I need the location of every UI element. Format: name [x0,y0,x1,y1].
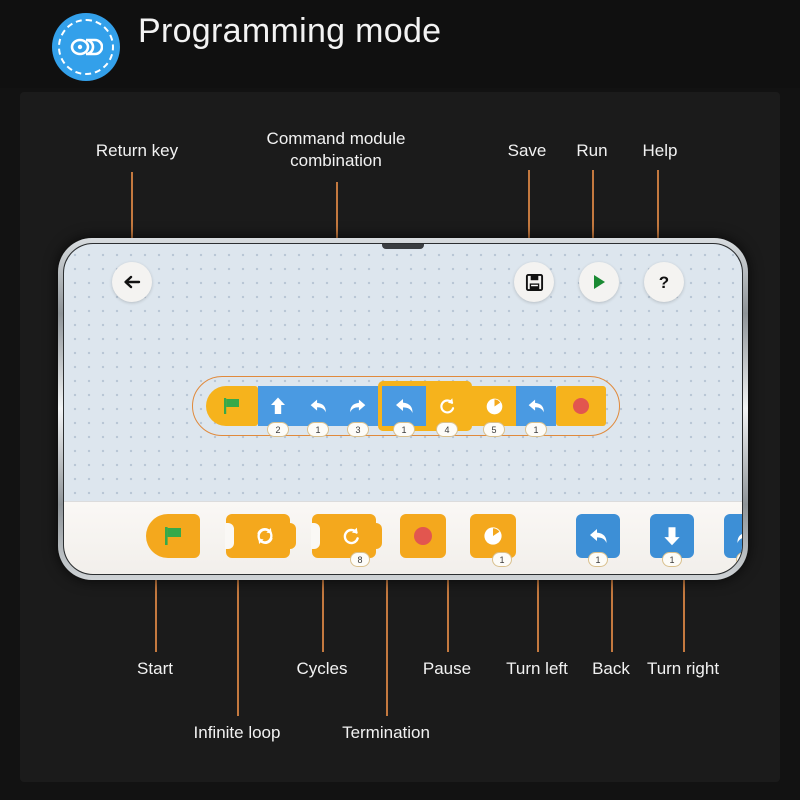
phone-speaker-notch [382,244,424,249]
palette-item-infinite-loop[interactable] [225,514,296,559]
callout-help: Help [642,141,678,160]
callout-infinite-loop: Infinite loop [193,723,281,742]
page-title: Programming mode [138,12,442,50]
palette-item-turn-left[interactable]: 1 [576,514,620,568]
callout-turn-left: Turn left [506,659,568,678]
leader-termination [386,578,388,716]
turn-left-icon [396,399,413,413]
green-flag-icon [224,398,239,414]
block-badge: 1 [525,422,547,437]
palette-badge: 1 [662,552,682,568]
turn-left-icon [590,529,607,544]
callout-return-key: Return key [95,141,179,160]
phone-screen: ? 2 1 3 1 4 5 1 8 1 1 1 [63,243,743,575]
phone-device-frame: ? 2 1 3 1 4 5 1 8 1 1 1 [58,238,748,580]
robot-badge-icon [52,13,120,81]
program-block-turn-left-2[interactable]: 1 [516,386,556,437]
palette-badge: 1 [492,552,512,568]
callout-cycles: Cycles [296,659,348,678]
block-badge: 5 [483,422,505,437]
program-canvas[interactable]: ? 2 1 3 1 4 5 1 [64,244,742,502]
block-badge: 1 [307,422,329,437]
leader-pause [447,578,449,652]
callout-start: Start [137,659,173,678]
block-notch [225,523,234,550]
block-tab [287,523,296,550]
clock-pause-icon [486,398,502,414]
turn-right-icon [350,399,366,413]
clock-pause-icon [484,527,502,546]
leader-turn-right [683,578,685,652]
leader-turn-left [537,578,539,652]
callout-pause: Pause [422,659,472,678]
arrow-down-icon [664,527,680,546]
floppy-disk-icon [525,273,543,291]
play-triangle-icon [594,275,605,289]
cycle-arrow-icon [440,398,455,414]
block-palette: 8 1 1 1 [64,501,742,574]
robot-glyph-icon [70,38,103,56]
program-block-forward[interactable]: 2 [258,386,298,437]
block-tab [373,523,382,550]
callout-run: Run [576,141,608,160]
palette-badge: 1 [736,552,742,568]
palette-item-cycles[interactable]: 8 [311,514,382,568]
callout-command-module: Command module combination [266,129,406,170]
arrow-left-icon [124,275,141,289]
return-key-button[interactable] [112,262,152,302]
block-notch [311,523,320,550]
leader-start [155,578,157,652]
palette-item-pause[interactable]: 1 [470,514,516,568]
leader-infinite-loop [237,578,239,716]
app-header: Programming mode [0,0,800,88]
run-button[interactable] [579,262,619,302]
infinite-loop-icon [257,528,273,545]
leader-cycles [322,578,324,652]
program-block-turn-right[interactable]: 3 [338,386,378,437]
command-module-combination[interactable]: 2 1 3 1 4 5 1 [206,381,606,437]
block-badge: 4 [436,422,458,437]
palette-badge: 1 [588,552,608,568]
screenshot-root: Programming mode Return key Command modu… [0,0,800,800]
palette-item-termination[interactable] [400,514,446,559]
program-block-loop-wrapper[interactable]: 1 4 [378,381,472,437]
leader-back [611,578,613,652]
callout-turn-right: Turn right [646,659,720,678]
svg-text:?: ? [659,273,669,292]
program-block-stop[interactable] [556,386,606,426]
turn-left-icon [310,399,326,413]
program-block-turn-left-1[interactable]: 1 [298,386,338,437]
red-circle-icon [414,527,432,546]
save-button[interactable] [514,262,554,302]
help-button[interactable]: ? [644,262,684,302]
question-mark-icon: ? [659,273,669,292]
red-circle-icon [573,398,589,414]
palette-badge: 8 [350,552,370,568]
block-badge: 1 [393,422,415,437]
block-badge: 2 [267,422,289,437]
callout-back: Back [592,659,630,678]
callout-save: Save [507,141,547,160]
program-block-loop-turn-left[interactable]: 1 [382,386,426,437]
green-flag-icon [165,527,181,546]
palette-item-turn-right[interactable]: 1 [724,514,742,568]
cycle-arrow-icon [343,528,359,545]
turn-left-icon [528,399,544,413]
program-block-start[interactable] [206,386,258,426]
turn-right-icon [737,534,742,544]
palette-item-back[interactable]: 1 [650,514,694,568]
program-block-loop-cycles[interactable]: 4 [426,386,468,437]
program-block-pause[interactable]: 5 [472,386,516,437]
arrow-up-icon [271,397,285,414]
block-badge: 3 [347,422,369,437]
callout-termination: Termination [342,723,430,742]
palette-item-start[interactable] [146,514,200,559]
